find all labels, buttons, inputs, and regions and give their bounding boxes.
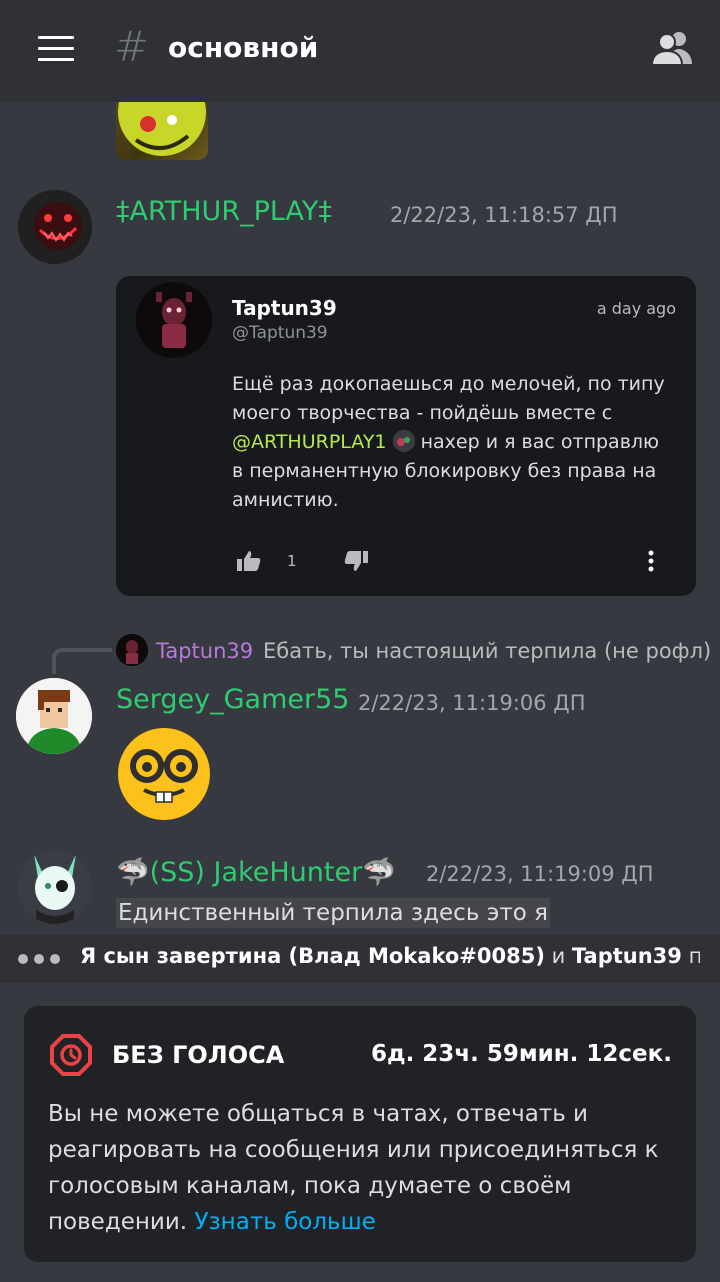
reply-username[interactable]: Taptun39 — [156, 639, 253, 663]
timeout-timer: 6д. 23ч. 59мин. 12сек. — [370, 1041, 672, 1067]
message-text[interactable]: Единственный терпила здесь это я — [116, 898, 550, 928]
sticker-image[interactable] — [116, 102, 208, 160]
embed-time: a day ago — [596, 299, 676, 318]
typing-dot — [50, 954, 60, 964]
timeout-body: Вы не можете общаться в чатах, отвечать … — [48, 1096, 678, 1240]
reply-connector — [52, 648, 112, 674]
thumbs-up-icon[interactable] — [237, 550, 261, 572]
avatar[interactable] — [18, 850, 92, 924]
like-count: 1 — [287, 552, 297, 570]
message-username[interactable]: Sergey_Gamer55 — [116, 684, 349, 715]
more-options-icon[interactable] — [646, 550, 656, 572]
message-username[interactable]: ‡ARTHUR_PLAY‡ — [116, 196, 332, 227]
embed-mention[interactable]: @ARTHURPLAY1 — [232, 431, 387, 453]
embed-author-avatar[interactable] — [136, 282, 212, 358]
embed-text: Ещё раз докопаешься до мелочей, по типу … — [232, 370, 672, 515]
typing-user: Я сын завертина (Влад Mokako#0085) — [80, 944, 545, 968]
message-timestamp: 2/22/23, 11:19:06 ДП — [358, 691, 586, 715]
channel-title: основной — [168, 31, 319, 64]
message-username[interactable]: 🦈(SS) JakeHunter🦈 — [116, 856, 396, 888]
typing-user: Taptun39 — [571, 944, 682, 968]
typing-dot — [34, 954, 44, 964]
learn-more-link[interactable]: Узнать больше — [194, 1209, 375, 1235]
typing-conj: и — [544, 944, 572, 968]
thumbs-down-icon[interactable] — [344, 550, 368, 572]
message-timestamp: 2/22/23, 11:18:57 ДП — [390, 203, 618, 227]
embed-author-handle: @Taptun39 — [232, 323, 328, 343]
menu-icon[interactable] — [38, 36, 74, 62]
reply-avatar[interactable] — [116, 634, 148, 666]
hash-icon: # — [114, 22, 150, 71]
typing-dot — [18, 954, 28, 964]
avatar[interactable] — [16, 678, 92, 754]
typing-suffix: печат... — [688, 944, 700, 968]
embed-author-name[interactable]: Taptun39 — [232, 296, 337, 320]
embed-text-part: Ещё раз докопаешься до мелочей, по типу … — [232, 373, 665, 424]
members-icon[interactable] — [650, 30, 694, 66]
timeout-clock-icon — [50, 1034, 92, 1076]
reply-text[interactable]: Ебать, ты настоящий терпила (не рофл) — [263, 639, 711, 663]
typing-text: Я сын завертина (Влад Mokako#0085) и Tap… — [80, 944, 700, 968]
mention-avatar-icon — [392, 430, 415, 452]
channel-header — [0, 0, 720, 102]
timeout-title: БЕЗ ГОЛОСА — [112, 1041, 285, 1069]
message-timestamp: 2/22/23, 11:19:09 ДП — [426, 862, 654, 886]
nerd-emoji[interactable] — [116, 724, 212, 820]
avatar[interactable] — [18, 190, 92, 264]
